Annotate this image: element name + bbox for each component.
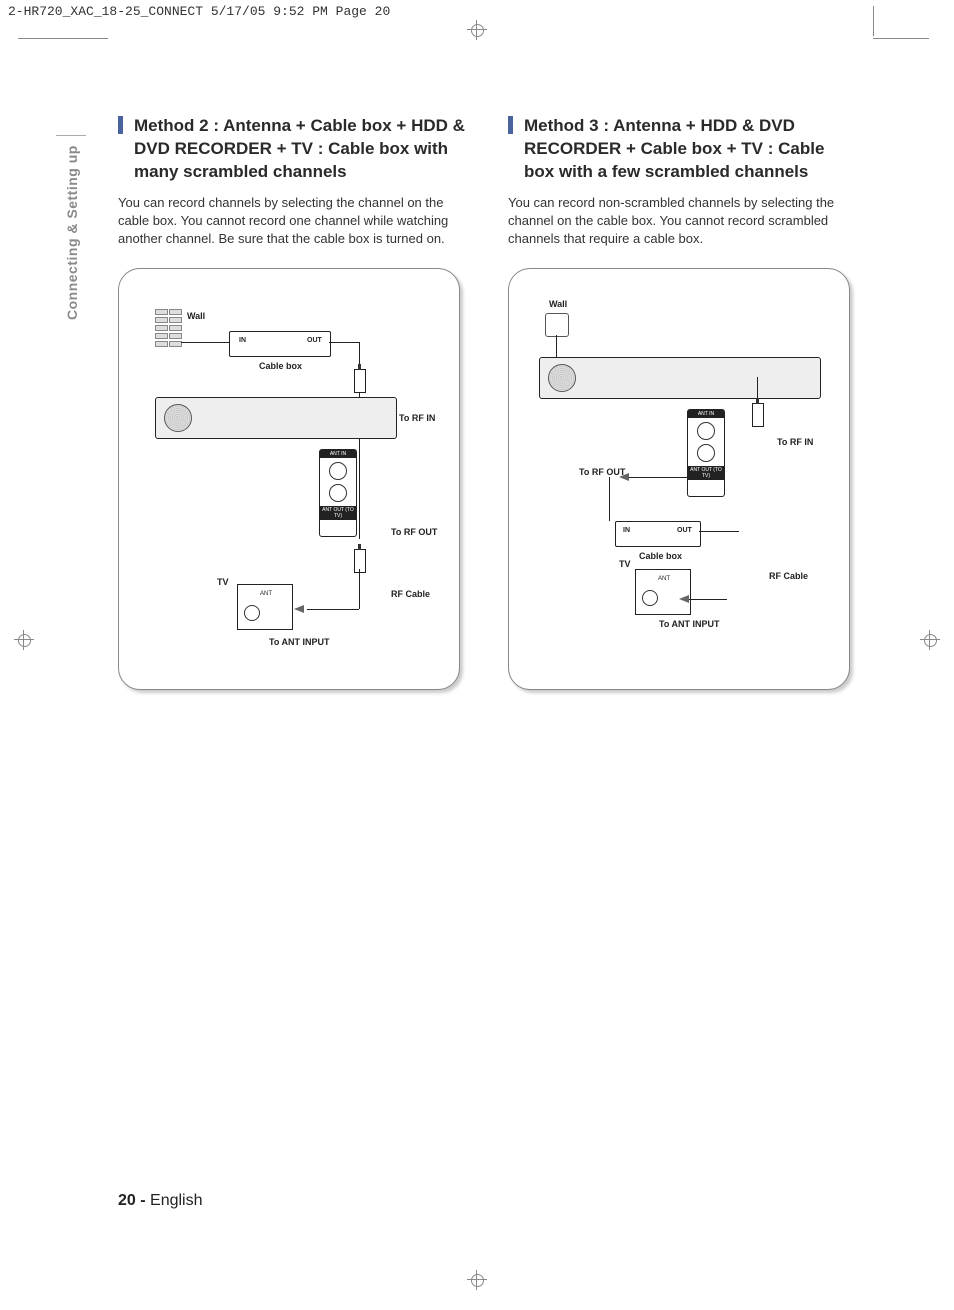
label-to-rf-in: To RF IN xyxy=(777,437,813,447)
tv-icon: ANT xyxy=(237,584,293,630)
wire xyxy=(687,599,727,600)
method-2-title: Method 2 : Antenna + Cable box + HDD & D… xyxy=(118,115,468,184)
antenna-panel-icon: ANT IN ANT OUT (TO TV) xyxy=(319,449,357,537)
method-2-diagram: Wall IN OUT Cable box To RF IN ANT IN xyxy=(118,268,460,690)
method-3-title: Method 3 : Antenna + HDD & DVD RECORDER … xyxy=(508,115,858,184)
crop-mark xyxy=(873,6,874,36)
label-in: IN xyxy=(623,527,630,534)
crop-mark xyxy=(873,38,929,39)
wire xyxy=(359,439,360,539)
wire xyxy=(307,609,359,610)
arrow-icon xyxy=(679,595,689,603)
label-wall: Wall xyxy=(549,299,567,309)
section-tab: Connecting & Setting up xyxy=(64,145,80,320)
label-ant-out: ANT OUT (TO TV) xyxy=(320,506,356,520)
wire xyxy=(556,335,557,357)
label-out: OUT xyxy=(677,527,692,534)
label-cablebox: Cable box xyxy=(259,361,302,371)
wire xyxy=(181,342,229,343)
label-out: OUT xyxy=(307,337,322,344)
registration-mark-icon xyxy=(467,20,487,40)
label-rf-cable: RF Cable xyxy=(769,571,808,581)
label-to-ant-input: To ANT INPUT xyxy=(269,637,330,647)
column-method-2: Method 2 : Antenna + Cable box + HDD & D… xyxy=(118,115,468,690)
tv-icon: ANT xyxy=(635,569,691,615)
label-ant: ANT xyxy=(260,591,272,597)
label-in: IN xyxy=(239,337,246,344)
method-3-diagram: Wall ANT IN ANT OUT (TO TV) To RF IN To … xyxy=(508,268,850,690)
label-to-ant-input: To ANT INPUT xyxy=(659,619,720,629)
method-2-body: You can record channels by selecting the… xyxy=(118,194,468,249)
wire xyxy=(359,569,360,609)
wire xyxy=(329,342,359,343)
page-number: 20 - xyxy=(118,1192,146,1209)
arrow-icon xyxy=(619,473,629,481)
rf-plug-icon xyxy=(354,369,366,393)
registration-mark-icon xyxy=(14,630,34,650)
wall-outlet-icon xyxy=(545,313,569,337)
wall-outlet-icon xyxy=(155,309,183,353)
page-footer: 20 - English xyxy=(118,1192,203,1210)
antenna-panel-icon: ANT IN ANT OUT (TO TV) xyxy=(687,409,725,497)
wire xyxy=(609,477,610,521)
label-rf-cable: RF Cable xyxy=(391,589,430,599)
label-to-rf-in: To RF IN xyxy=(399,413,435,423)
cable-box-icon xyxy=(229,331,331,357)
label-ant-in: ANT IN xyxy=(688,410,724,418)
method-3-body: You can record non-scrambled channels by… xyxy=(508,194,858,249)
label-ant-out: ANT OUT (TO TV) xyxy=(688,466,724,480)
registration-mark-icon xyxy=(467,1270,487,1290)
hdd-dvd-recorder-icon xyxy=(155,397,397,439)
content-columns: Method 2 : Antenna + Cable box + HDD & D… xyxy=(118,115,858,690)
label-to-rf-out: To RF OUT xyxy=(391,527,437,537)
column-method-3: Method 3 : Antenna + HDD & DVD RECORDER … xyxy=(508,115,858,690)
crop-mark xyxy=(18,38,108,39)
wire xyxy=(699,531,739,532)
hdd-dvd-recorder-icon xyxy=(539,357,821,399)
label-wall: Wall xyxy=(187,311,205,321)
page-language: English xyxy=(150,1192,202,1209)
label-tv: TV xyxy=(619,559,631,569)
cable-box-icon xyxy=(615,521,701,547)
label-ant-in: ANT IN xyxy=(320,450,356,458)
wire xyxy=(629,477,687,478)
registration-mark-icon xyxy=(920,630,940,650)
label-cablebox: Cable box xyxy=(639,551,682,561)
arrow-icon xyxy=(294,605,304,613)
label-tv: TV xyxy=(217,577,229,587)
label-ant: ANT xyxy=(658,576,670,582)
rf-plug-icon xyxy=(752,403,764,427)
page: 2-HR720_XAC_18-25_CONNECT 5/17/05 9:52 P… xyxy=(0,0,954,1310)
rf-plug-icon xyxy=(354,549,366,573)
